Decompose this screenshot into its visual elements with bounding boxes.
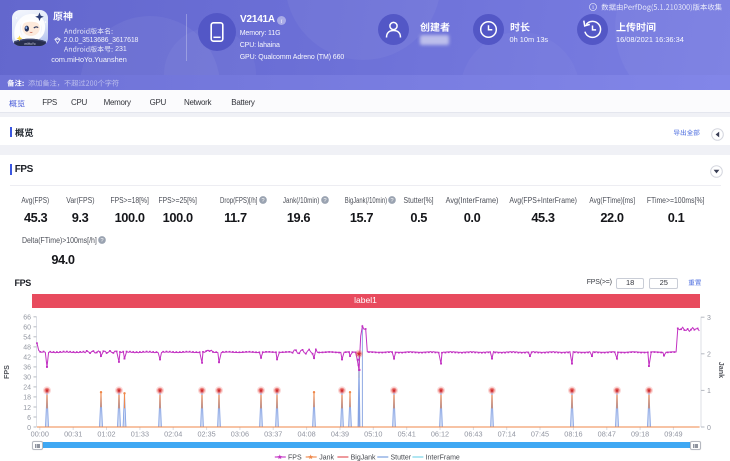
- svg-text:66: 66: [23, 315, 31, 322]
- svg-text:01:02: 01:02: [97, 429, 115, 438]
- svg-text:1: 1: [707, 388, 711, 395]
- svg-text:07:14: 07:14: [498, 429, 516, 438]
- svg-text:07:45: 07:45: [531, 429, 549, 438]
- svg-text:Stutter: Stutter: [391, 454, 412, 461]
- svg-text:FPS: FPS: [2, 365, 11, 379]
- svg-text:36: 36: [23, 365, 31, 372]
- svg-text:06:12: 06:12: [431, 429, 449, 438]
- svg-text:24: 24: [23, 385, 31, 392]
- svg-text:05:41: 05:41: [398, 429, 416, 438]
- svg-text:48: 48: [23, 345, 31, 352]
- svg-text:01:33: 01:33: [131, 429, 149, 438]
- svg-text:00:31: 00:31: [64, 429, 82, 438]
- svg-text:3: 3: [707, 315, 711, 322]
- svg-text:InterFrame: InterFrame: [426, 454, 460, 461]
- svg-text:54: 54: [23, 335, 31, 342]
- svg-text:06:43: 06:43: [464, 429, 482, 438]
- svg-text:09:18: 09:18: [631, 429, 649, 438]
- svg-text:02:04: 02:04: [164, 429, 182, 438]
- svg-text:03:06: 03:06: [231, 429, 249, 438]
- svg-text:09:49: 09:49: [664, 429, 682, 438]
- svg-text:0: 0: [707, 425, 711, 432]
- svg-text:18: 18: [23, 395, 31, 402]
- svg-text:04:08: 04:08: [297, 429, 315, 438]
- svg-text:60: 60: [23, 325, 31, 332]
- svg-text:08:47: 08:47: [598, 429, 616, 438]
- svg-text:Jank: Jank: [319, 454, 334, 461]
- svg-text:05:10: 05:10: [364, 429, 382, 438]
- svg-text:00:00: 00:00: [31, 429, 49, 438]
- svg-text:miHoYo: miHoYo: [24, 42, 35, 46]
- svg-text:Jank: Jank: [717, 362, 726, 378]
- svg-text:02:35: 02:35: [197, 429, 215, 438]
- svg-text:42: 42: [23, 355, 31, 362]
- svg-text:BigJank: BigJank: [351, 454, 376, 461]
- svg-text:12: 12: [23, 405, 31, 412]
- svg-text:03:37: 03:37: [264, 429, 282, 438]
- svg-text:04:39: 04:39: [331, 429, 349, 438]
- svg-text:30: 30: [23, 375, 31, 382]
- svg-text:2: 2: [707, 352, 711, 359]
- svg-text:08:16: 08:16: [564, 429, 582, 438]
- svg-text:i: i: [281, 18, 283, 25]
- svg-text:FPS: FPS: [288, 454, 302, 461]
- svg-text:6: 6: [27, 415, 31, 422]
